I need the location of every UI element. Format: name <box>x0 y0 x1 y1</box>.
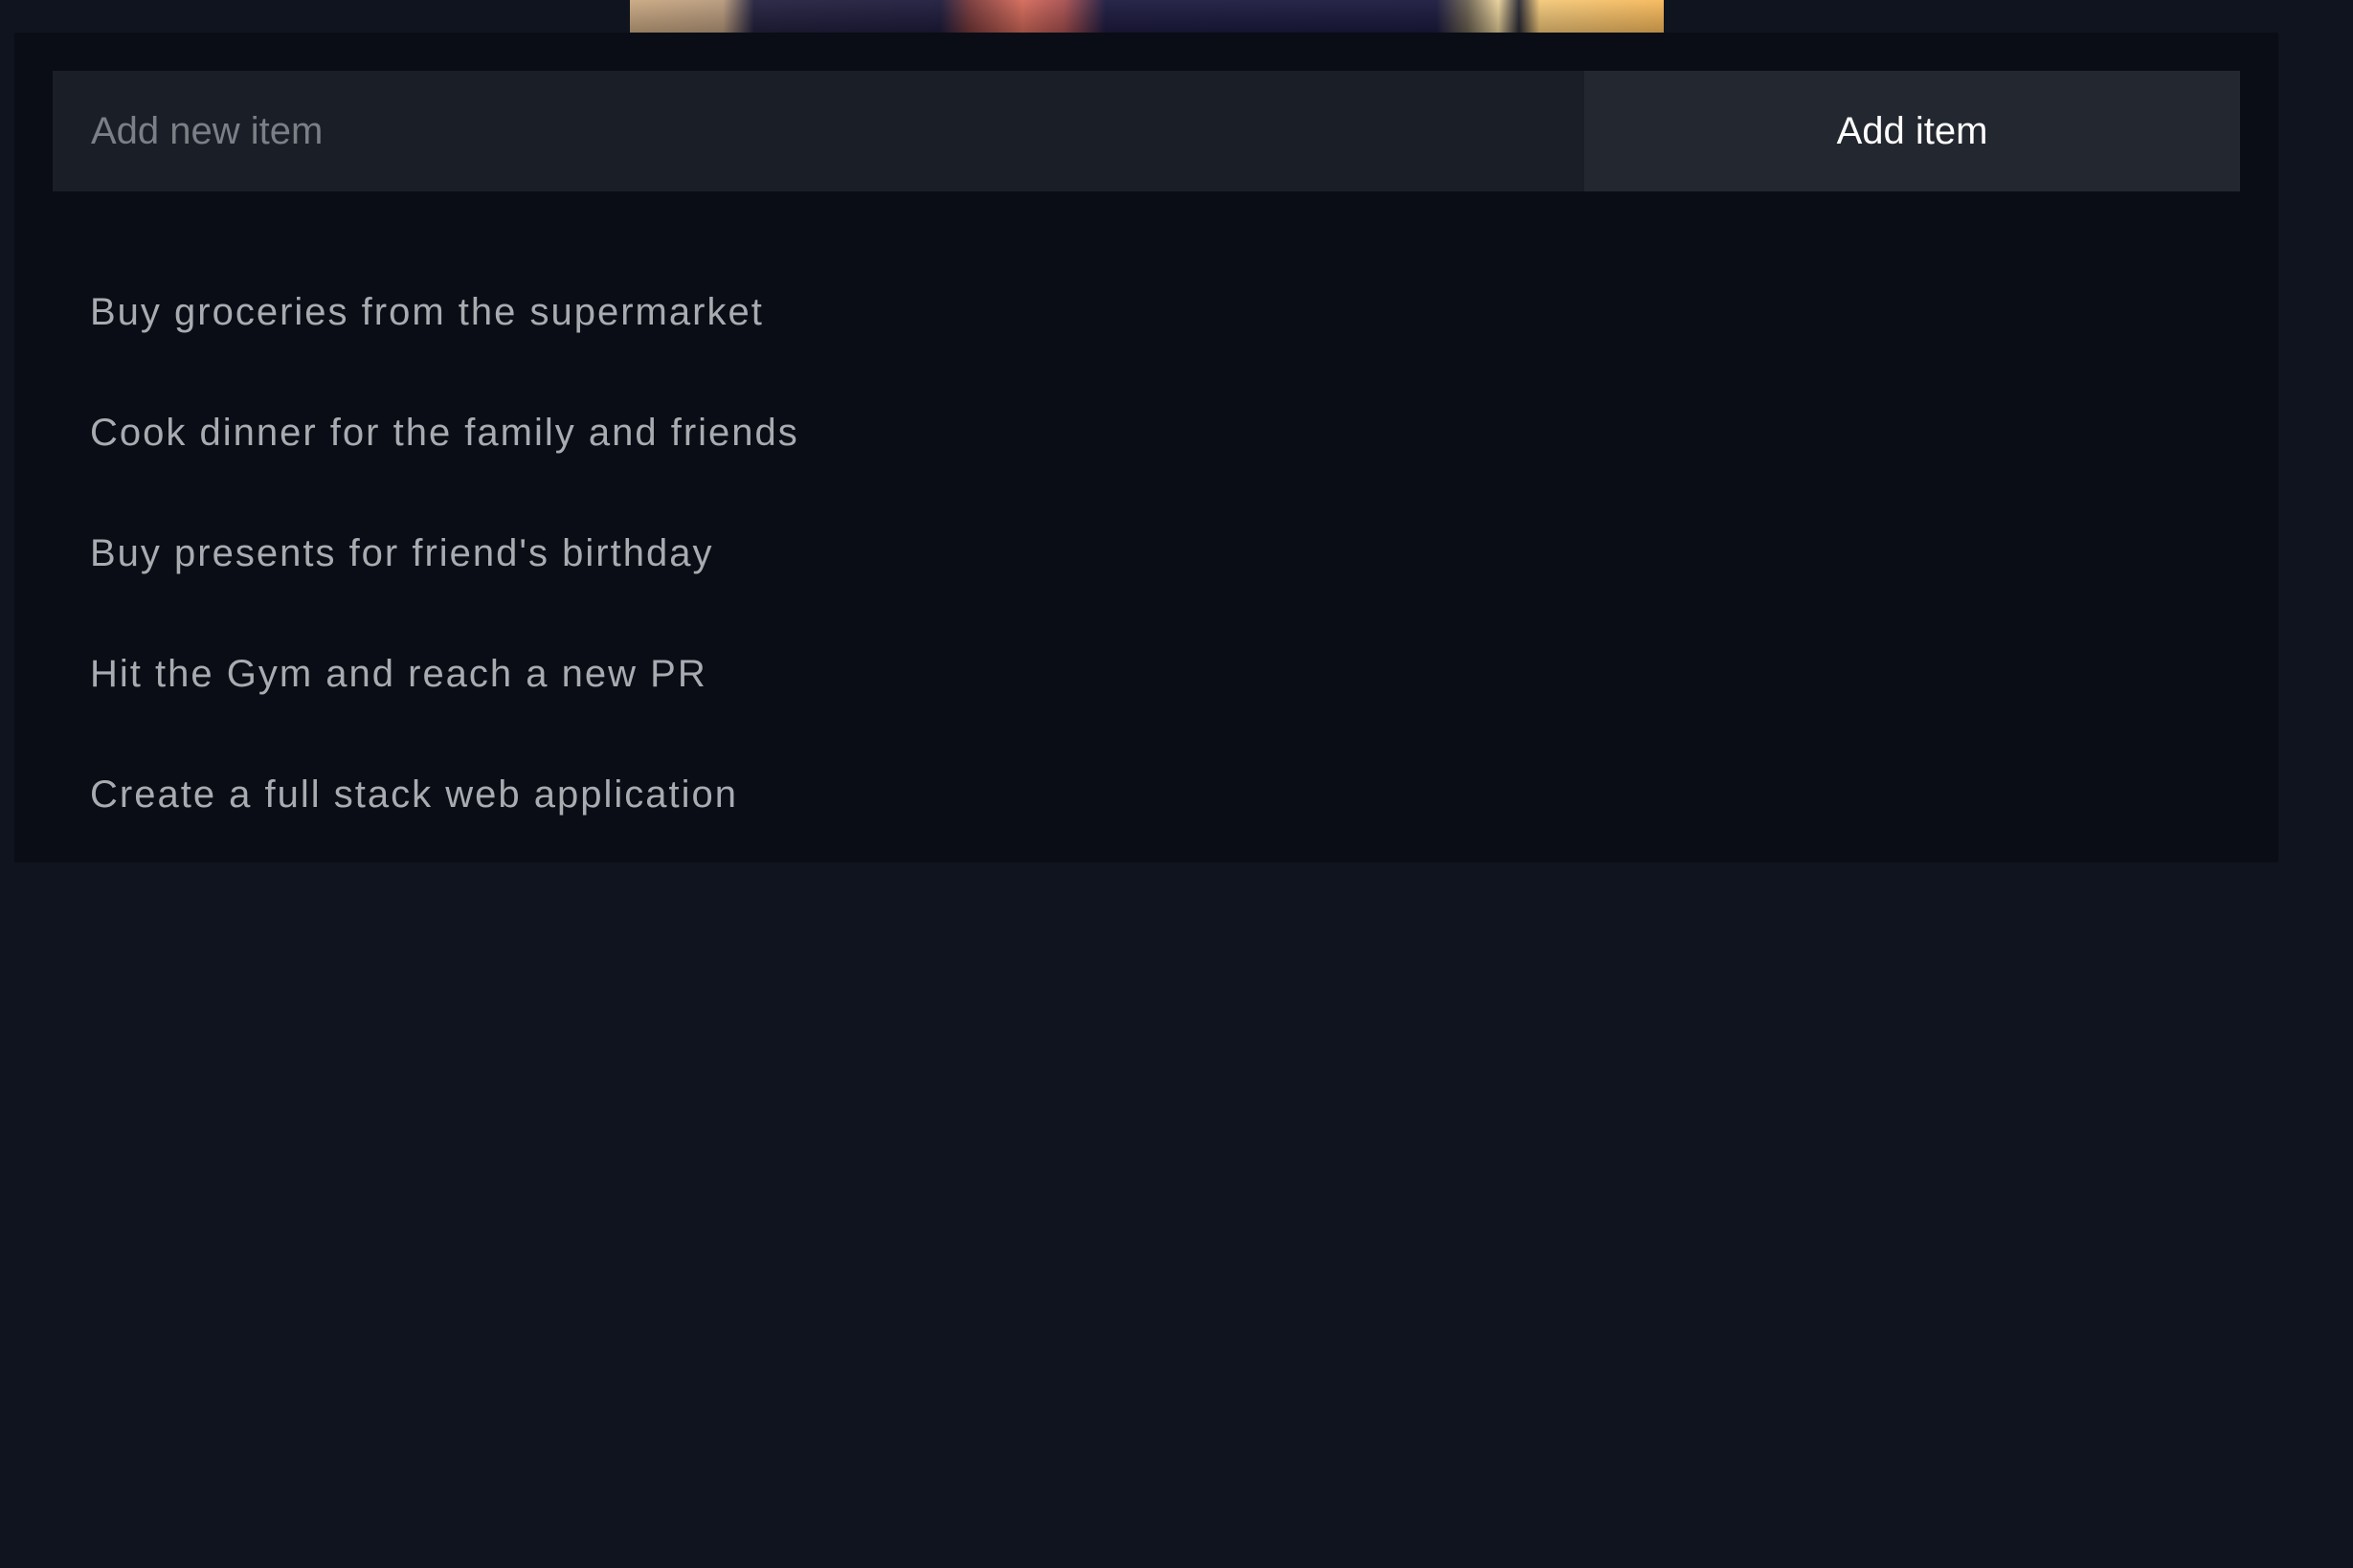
todo-list: Buy groceries from the supermarket Cook … <box>14 252 2278 855</box>
todo-item[interactable]: Create a full stack web application <box>14 734 2278 855</box>
new-item-input[interactable] <box>53 71 1584 191</box>
add-item-button[interactable]: Add item <box>1584 71 2240 191</box>
todo-item[interactable]: Hit the Gym and reach a new PR <box>14 614 2278 734</box>
add-item-form: Add item <box>53 71 2240 191</box>
todo-item[interactable]: Buy groceries from the supermarket <box>14 252 2278 372</box>
todo-item[interactable]: Buy presents for friend's birthday <box>14 493 2278 614</box>
header-image <box>630 0 1664 33</box>
todo-item[interactable]: Cook dinner for the family and friends <box>14 372 2278 493</box>
todo-panel: Add item Buy groceries from the supermar… <box>14 33 2278 862</box>
